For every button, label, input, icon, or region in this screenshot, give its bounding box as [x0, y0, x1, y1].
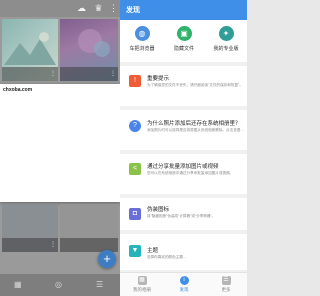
- card-title: 为什么照片添加后还存在系统相册里？: [147, 121, 241, 127]
- cloud-icon[interactable]: ☁: [77, 4, 86, 13]
- album-toolbar: ☁ ♛ ⋮: [0, 0, 120, 17]
- quick-action-hidden-files[interactable]: ▣ 隐藏文件: [164, 26, 204, 52]
- theme-icon: ▼: [129, 245, 141, 257]
- nav-label: 发现: [179, 287, 189, 292]
- card-theme[interactable]: ▼ 主题 选择你喜欢的颜色主题…: [120, 234, 247, 270]
- card-desc: 将“隐藏相册”伪装成“计算器”或“分享神器”。: [147, 214, 216, 218]
- nav-discover[interactable]: i 发现: [164, 276, 204, 293]
- nav-more[interactable]: ☰ 更多: [206, 276, 246, 293]
- quick-action-label: 车把浏览器: [129, 46, 155, 52]
- quick-action-pro[interactable]: ✦ 我的专业版: [206, 26, 246, 52]
- album-tile[interactable]: ⋮: [60, 19, 118, 81]
- quick-action-label: 我的专业版: [213, 46, 239, 52]
- add-button[interactable]: +: [98, 250, 116, 268]
- album-screen: ☁ ♛ ⋮ ⋮ ⋮ chxoba.com ⋮ + ▦ ◎ ☰: [0, 0, 120, 296]
- quick-actions: ◍ 车把浏览器 ▣ 隐藏文件 ✦ 我的专业版: [120, 20, 247, 62]
- discover-screen: 发现 ◍ 车把浏览器 ▣ 隐藏文件 ✦ 我的专业版 ! 重要提示 为了确保您的文…: [120, 0, 247, 296]
- nav-label: 更多: [221, 287, 231, 292]
- card-title: 通过分享批量添加图片或视频: [147, 164, 219, 170]
- card-desc: 您可以在系统相册中通过分享来批量添加图片或视频。: [147, 171, 234, 175]
- dialog-box: chxoba.com: [0, 84, 120, 202]
- share-icon: <: [129, 163, 141, 175]
- crown-icon[interactable]: ♛: [94, 4, 103, 13]
- album-more-icon[interactable]: ⋮: [110, 71, 116, 77]
- nav-label: 我的相册: [133, 287, 151, 292]
- hidden-file-icon: ▣: [176, 26, 192, 41]
- album-icon[interactable]: ▦: [14, 281, 22, 289]
- more-icon[interactable]: ☰: [96, 281, 103, 289]
- discover-icon[interactable]: ◎: [55, 281, 62, 289]
- discover-icon: i: [179, 276, 189, 285]
- album-cover-image: [78, 29, 110, 57]
- quick-action-label: 隐藏文件: [173, 46, 194, 52]
- card-disguise-icon[interactable]: ◘ 伪装图标 将“隐藏相册”伪装成“计算器”或“分享神器”。: [120, 198, 247, 230]
- album-more-icon[interactable]: ⋮: [50, 71, 56, 77]
- card-title: 伪装图标: [147, 207, 170, 213]
- nav-album[interactable]: ▦ 我的相册: [122, 276, 162, 293]
- more-icon: ☰: [221, 276, 231, 285]
- browser-icon: ◍: [134, 26, 150, 41]
- card-desc: 选择你喜欢的颜色主题…: [147, 255, 187, 259]
- quick-action-browser[interactable]: ◍ 车把浏览器: [122, 26, 162, 52]
- menu-icon[interactable]: ⋮: [109, 4, 118, 13]
- card-title: 重要提示: [147, 76, 170, 82]
- card-important-notice[interactable]: ! 重要提示 为了确保您的文件不丢失，请仔细阅读“文件的保存和恢复”。: [120, 66, 247, 106]
- album-tile[interactable]: ⋮: [2, 204, 58, 252]
- card-share-import[interactable]: < 通过分享批量添加图片或视频 您可以在系统相册中通过分享来批量添加图片或视频。: [120, 154, 247, 194]
- page-title: 发现: [120, 0, 247, 20]
- warning-icon: !: [129, 75, 141, 87]
- card-desc: 为了确保您的文件不丢失，请仔细阅读“文件的保存和恢复”。: [147, 83, 243, 87]
- pro-icon: ✦: [218, 26, 234, 41]
- album-tile[interactable]: ⋮: [2, 19, 58, 81]
- bottom-nav: ▦ 我的相册 i 发现 ☰ 更多: [120, 272, 247, 296]
- help-icon: ?: [129, 120, 141, 132]
- dialog-url: chxoba.com: [3, 87, 33, 93]
- album-tile[interactable]: [60, 204, 118, 252]
- disguise-icon: ◘: [129, 208, 141, 220]
- album-more-icon[interactable]: ⋮: [50, 242, 56, 248]
- card-photo-help[interactable]: ? 为什么照片添加后还存在系统相册里？ 添加照片时可以选择是否将原图从系统相册删…: [120, 110, 247, 150]
- album-cover-image: [4, 32, 56, 65]
- card-desc: 添加照片时可以选择是否将原图从系统相册删除。点击查看…: [147, 128, 245, 132]
- album-icon: ▦: [137, 276, 147, 285]
- card-title: 主题: [147, 248, 159, 254]
- album-bottom-nav: ▦ ◎ ☰: [0, 274, 120, 296]
